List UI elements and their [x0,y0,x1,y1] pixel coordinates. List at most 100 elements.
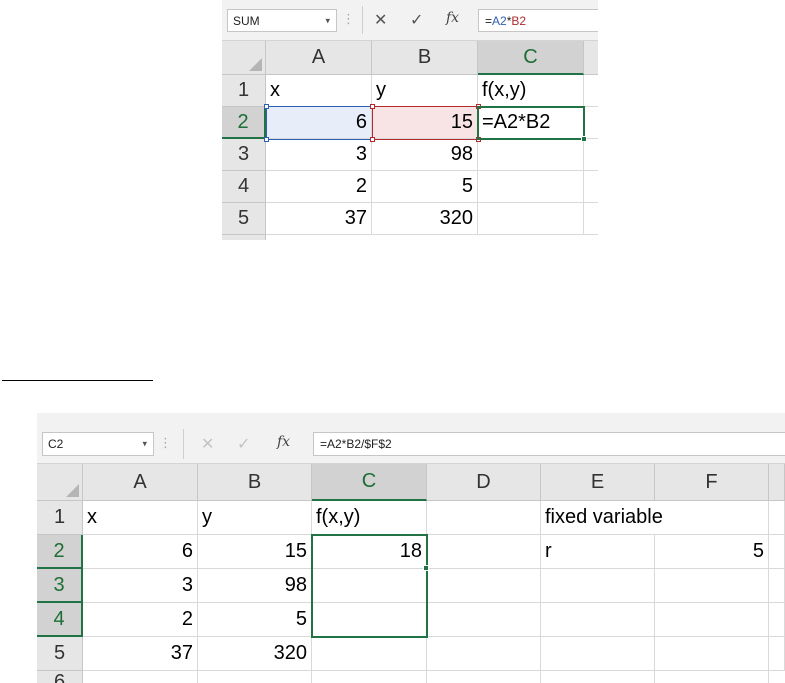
cell-d5[interactable] [427,637,541,671]
cell-e2[interactable]: r [541,535,655,569]
cell-d3[interactable] [427,569,541,603]
cell-b2[interactable]: 15 [198,535,312,569]
column-header-a[interactable]: A [266,41,372,75]
column-header-c[interactable]: C [478,41,584,75]
cell-a3[interactable]: 3 [266,139,372,171]
cell-b3[interactable]: 98 [198,569,312,603]
cell-c4[interactable] [312,603,427,637]
select-all-corner[interactable] [222,41,266,75]
cell-c5[interactable] [312,637,427,671]
cell-f3[interactable] [655,569,769,603]
column-header-next[interactable] [584,41,598,75]
enter-icon[interactable]: ✓ [237,434,250,454]
cell-c2-editing[interactable]: =A2*B2 [478,107,584,139]
select-all-corner[interactable] [37,464,83,501]
cell-g2[interactable] [769,535,785,569]
cell-b5[interactable]: 320 [372,203,478,235]
cell-d3[interactable] [584,139,598,171]
row-header-2[interactable]: 2 [222,107,266,139]
cell-a2[interactable]: 6 [83,535,198,569]
cell-f4[interactable] [655,603,769,637]
cell-e3[interactable] [541,569,655,603]
name-box[interactable]: SUM ▾ [227,9,337,32]
cell-d1[interactable] [427,501,541,535]
row-header-3[interactable]: 3 [37,569,83,603]
cell-g1[interactable] [769,501,785,535]
cell-b1[interactable]: y [372,75,478,107]
cell-b1[interactable]: y [198,501,312,535]
cell-d2[interactable] [427,535,541,569]
cell-a1[interactable]: x [266,75,372,107]
cell-b6[interactable] [198,671,312,683]
row-header-4[interactable]: 4 [37,603,83,637]
cell-e4[interactable] [541,603,655,637]
column-header-next[interactable] [769,464,785,501]
column-header-d[interactable]: D [427,464,541,501]
cell-c2[interactable]: 18 [312,535,427,569]
cell-e6[interactable] [541,671,655,683]
row-header-6[interactable]: 6 [37,671,83,683]
formula-input[interactable]: =A2*B2/$F$2 [313,432,785,456]
formula-input[interactable]: = A2 * B2 [478,9,598,32]
column-header-f[interactable]: F [655,464,769,501]
name-box-value: SUM [233,13,260,28]
cell-f6[interactable] [655,671,769,683]
cell-d1[interactable] [584,75,598,107]
cell-c5[interactable] [478,203,584,235]
row-header-4[interactable]: 4 [222,171,266,203]
cell-a2[interactable]: 6 [266,107,372,139]
cell-a1[interactable]: x [83,501,198,535]
cell-a4[interactable]: 2 [83,603,198,637]
cancel-icon[interactable]: ✕ [374,10,387,30]
cell-c1[interactable]: f(x,y) [478,75,584,107]
cell-f1[interactable] [655,501,769,535]
cell-d4[interactable] [584,171,598,203]
cell-c4[interactable] [478,171,584,203]
row-header-5[interactable]: 5 [37,637,83,671]
cancel-icon[interactable]: ✕ [201,434,214,454]
cell-e1[interactable]: fixed variable [541,501,663,535]
cell-g5[interactable] [769,637,785,671]
cell-c1[interactable]: f(x,y) [312,501,427,535]
column-header-a[interactable]: A [83,464,198,501]
cell-b2[interactable]: 15 [372,107,478,139]
cell-d5[interactable] [584,203,598,235]
insert-function-icon[interactable]: fx [446,10,459,26]
enter-icon[interactable]: ✓ [410,10,423,30]
fill-handle[interactable] [423,565,429,571]
cell-a4[interactable]: 2 [266,171,372,203]
column-header-b[interactable]: B [198,464,312,501]
column-header-c[interactable]: C [312,464,427,501]
cell-a5[interactable]: 37 [83,637,198,671]
cell-c3[interactable] [312,569,427,603]
cell-b4[interactable]: 5 [198,603,312,637]
cell-c6[interactable] [312,671,427,683]
cell-g3[interactable] [769,569,785,603]
cell-a6[interactable] [83,671,198,683]
column-header-b[interactable]: B [372,41,478,75]
cell-f2[interactable]: 5 [655,535,769,569]
column-header-e[interactable]: E [541,464,655,501]
cell-a3[interactable]: 3 [83,569,198,603]
row-header-3[interactable]: 3 [222,139,266,171]
chevron-down-icon[interactable]: ▾ [325,15,330,26]
row-header-6[interactable] [222,235,266,240]
cell-b3[interactable]: 98 [372,139,478,171]
cell-d6[interactable] [427,671,541,683]
row-header-1[interactable]: 1 [222,75,266,107]
cell-b4[interactable]: 5 [372,171,478,203]
row-header-2[interactable]: 2 [37,535,83,569]
cell-a5[interactable]: 37 [266,203,372,235]
name-box[interactable]: C2 ▾ [42,432,154,456]
cell-e5[interactable] [541,637,655,671]
cell-b5[interactable]: 320 [198,637,312,671]
chevron-down-icon[interactable]: ▾ [142,439,147,450]
cell-f5[interactable] [655,637,769,671]
cell-g4[interactable] [769,603,785,637]
cell-d4[interactable] [427,603,541,637]
cell-c3[interactable] [478,139,584,171]
cell-d2[interactable] [584,107,598,139]
row-header-5[interactable]: 5 [222,203,266,235]
row-header-1[interactable]: 1 [37,501,83,535]
insert-function-icon[interactable]: fx [277,434,290,450]
